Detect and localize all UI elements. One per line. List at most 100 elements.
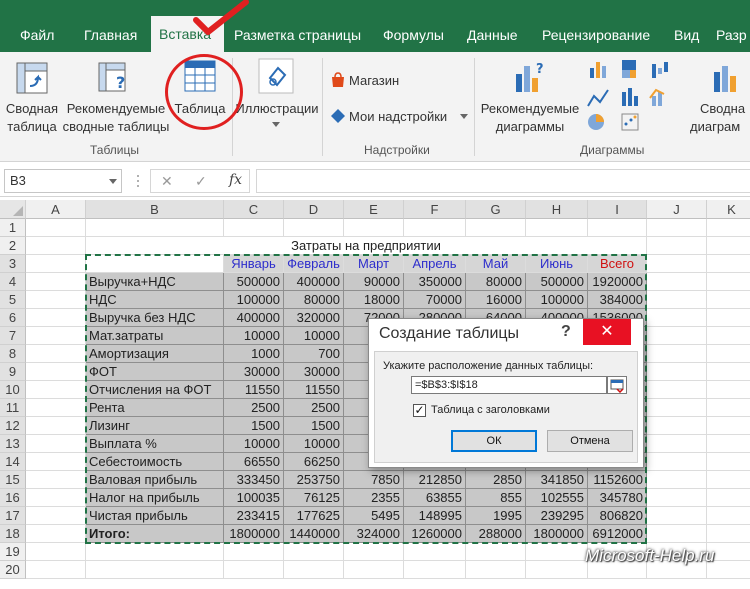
- cell[interactable]: [26, 327, 86, 345]
- column-header-c[interactable]: C: [224, 200, 284, 219]
- cell[interactable]: [26, 291, 86, 309]
- cell[interactable]: [647, 399, 707, 417]
- value-cell[interactable]: 2500: [284, 399, 344, 417]
- row-label-cell[interactable]: Выручка+НДС: [86, 273, 224, 291]
- value-cell[interactable]: 100000: [224, 291, 284, 309]
- column-header-g[interactable]: G: [466, 200, 526, 219]
- value-cell[interactable]: 6912000: [588, 525, 647, 543]
- cell[interactable]: [647, 489, 707, 507]
- cell[interactable]: [707, 381, 750, 399]
- cell[interactable]: [707, 435, 750, 453]
- value-cell[interactable]: 66250: [284, 453, 344, 471]
- row-label-cell[interactable]: НДС: [86, 291, 224, 309]
- cell[interactable]: [707, 525, 750, 543]
- value-cell[interactable]: 253750: [284, 471, 344, 489]
- value-cell[interactable]: 400000: [284, 273, 344, 291]
- cell[interactable]: [707, 237, 750, 255]
- cell[interactable]: [647, 453, 707, 471]
- row-label-cell[interactable]: Валовая прибыль: [86, 471, 224, 489]
- tab-file[interactable]: Файл: [12, 18, 62, 52]
- value-cell[interactable]: 80000: [284, 291, 344, 309]
- row-header-18[interactable]: 18: [0, 525, 26, 543]
- value-cell[interactable]: 500000: [526, 273, 588, 291]
- cell[interactable]: [466, 219, 526, 237]
- cell[interactable]: [344, 219, 404, 237]
- cell[interactable]: [647, 525, 707, 543]
- formula-input[interactable]: [256, 169, 750, 193]
- value-cell[interactable]: 400000: [224, 309, 284, 327]
- row-label-cell[interactable]: Отчисления на ФОТ: [86, 381, 224, 399]
- cell[interactable]: [647, 417, 707, 435]
- cell[interactable]: [26, 417, 86, 435]
- value-cell[interactable]: 10000: [284, 327, 344, 345]
- month-header-cell[interactable]: Всего: [588, 255, 647, 273]
- value-cell[interactable]: 80000: [466, 273, 526, 291]
- cell[interactable]: [707, 291, 750, 309]
- cell[interactable]: [26, 399, 86, 417]
- value-cell[interactable]: 806820: [588, 507, 647, 525]
- cell[interactable]: [26, 561, 86, 579]
- row-label-cell[interactable]: Итого:: [86, 525, 224, 543]
- cell[interactable]: [707, 399, 750, 417]
- row-label-cell[interactable]: Чистая прибыль: [86, 507, 224, 525]
- value-cell[interactable]: 333450: [224, 471, 284, 489]
- tab-home[interactable]: Главная: [76, 18, 145, 52]
- month-header-cell[interactable]: Март: [344, 255, 404, 273]
- value-cell[interactable]: 63855: [404, 489, 466, 507]
- row-header-1[interactable]: 1: [0, 219, 26, 237]
- cell[interactable]: [526, 543, 588, 561]
- cell[interactable]: [707, 255, 750, 273]
- row-label-cell[interactable]: Амортизация: [86, 345, 224, 363]
- value-cell[interactable]: 320000: [284, 309, 344, 327]
- cell[interactable]: [26, 273, 86, 291]
- dialog-titlebar[interactable]: Создание таблицы ? ✕: [369, 319, 643, 349]
- cancel-entry-icon[interactable]: ✕: [161, 173, 173, 190]
- cell[interactable]: [26, 309, 86, 327]
- value-cell[interactable]: 1440000: [284, 525, 344, 543]
- cell[interactable]: [526, 219, 588, 237]
- cell[interactable]: [86, 543, 224, 561]
- cell[interactable]: [707, 489, 750, 507]
- column-header-h[interactable]: H: [526, 200, 588, 219]
- cell[interactable]: [707, 219, 750, 237]
- cell[interactable]: [26, 489, 86, 507]
- cell[interactable]: [647, 327, 707, 345]
- row-header-11[interactable]: 11: [0, 399, 26, 417]
- help-button[interactable]: ?: [561, 323, 571, 341]
- cell[interactable]: [647, 219, 707, 237]
- value-cell[interactable]: 11550: [284, 381, 344, 399]
- value-cell[interactable]: 7850: [344, 471, 404, 489]
- value-cell[interactable]: 148995: [404, 507, 466, 525]
- value-cell[interactable]: 384000: [588, 291, 647, 309]
- cell[interactable]: [647, 273, 707, 291]
- tab-view[interactable]: Вид: [666, 18, 707, 52]
- chart-type-gallery[interactable]: [586, 58, 696, 134]
- cell[interactable]: [284, 219, 344, 237]
- cell[interactable]: [647, 435, 707, 453]
- column-header-b[interactable]: B: [86, 200, 224, 219]
- row-header-6[interactable]: 6: [0, 309, 26, 327]
- column-header-i[interactable]: I: [588, 200, 647, 219]
- row-header-20[interactable]: 20: [0, 561, 26, 579]
- value-cell[interactable]: 212850: [404, 471, 466, 489]
- value-cell[interactable]: 10000: [224, 435, 284, 453]
- cell[interactable]: [707, 471, 750, 489]
- cell[interactable]: [466, 543, 526, 561]
- cell[interactable]: [26, 219, 86, 237]
- cell[interactable]: [404, 561, 466, 579]
- row-header-9[interactable]: 9: [0, 363, 26, 381]
- row-header-7[interactable]: 7: [0, 327, 26, 345]
- cell[interactable]: [86, 561, 224, 579]
- value-cell[interactable]: 350000: [404, 273, 466, 291]
- row-header-19[interactable]: 19: [0, 543, 26, 561]
- value-cell[interactable]: 288000: [466, 525, 526, 543]
- value-cell[interactable]: 100000: [526, 291, 588, 309]
- month-header-cell[interactable]: Июнь: [526, 255, 588, 273]
- value-cell[interactable]: 855: [466, 489, 526, 507]
- cell[interactable]: [344, 561, 404, 579]
- value-cell[interactable]: 1920000: [588, 273, 647, 291]
- row-header-2[interactable]: 2: [0, 237, 26, 255]
- value-cell[interactable]: 239295: [526, 507, 588, 525]
- value-cell[interactable]: 341850: [526, 471, 588, 489]
- value-cell[interactable]: 1152600: [588, 471, 647, 489]
